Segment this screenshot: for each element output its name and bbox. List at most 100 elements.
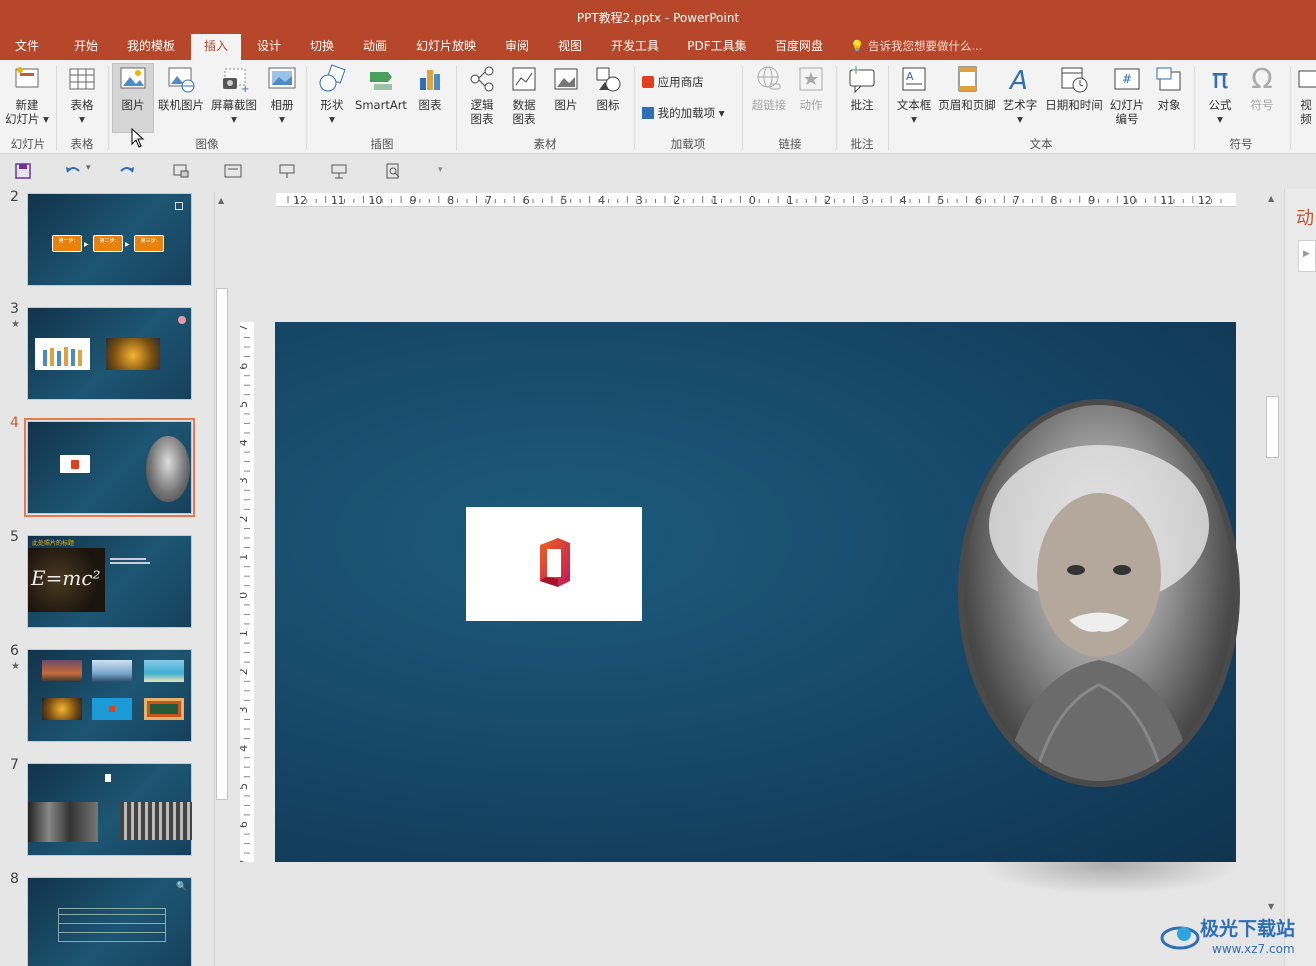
thumb-photo	[120, 802, 192, 840]
shapes-button[interactable]: 形状 ▾	[312, 64, 352, 126]
ribbon: 新建 幻灯片 ▾ 幻灯片 表格 ▾ 表格 图片 联机图片 + 屏幕截图 ▾ 相册 ▾	[0, 60, 1316, 154]
pane-expand-handle[interactable]: ▶	[1298, 240, 1316, 272]
slide-thumbnail-5[interactable]: 此处照片的标题 E=mc²	[27, 535, 192, 628]
watermark-logo-icon	[1160, 926, 1200, 950]
video-button[interactable]: 视频	[1296, 64, 1316, 126]
data-chart-button[interactable]: 数据 图表	[504, 64, 544, 126]
from-beginning-icon[interactable]	[172, 163, 190, 179]
redo-icon[interactable]	[118, 163, 136, 179]
new-slide-button[interactable]: 新建 幻灯片 ▾	[4, 64, 50, 126]
pi-icon: π	[1211, 62, 1229, 95]
album-button[interactable]: 相册 ▾	[264, 64, 300, 126]
undo-dropdown-icon[interactable]: ▾	[86, 163, 91, 173]
group-label-text: 文本	[1029, 137, 1053, 151]
tab-baidu-netdisk[interactable]: 百度网盘	[768, 34, 830, 60]
tab-developer[interactable]: 开发工具	[604, 34, 666, 60]
thumb-title: 此处照片的标题	[32, 540, 75, 547]
ruler-tick-label: 2	[240, 668, 250, 675]
equation-button[interactable]: π 公式 ▾	[1200, 62, 1240, 127]
online-picture-icon	[166, 64, 196, 94]
slide-number-icon: #	[1112, 64, 1142, 94]
my-addins-button[interactable]: 我的加载项 ▾	[642, 105, 725, 121]
action-button[interactable]: 动作	[792, 64, 830, 112]
textbox-button[interactable]: A 文本框 ▾	[894, 64, 934, 126]
tab-my-templates[interactable]: 我的模板	[118, 34, 184, 60]
vertical-ruler: 7 6 5 4 3 2 1 0 1 2 3 4 5 6 7	[237, 322, 254, 892]
object-button[interactable]: 对象	[1150, 64, 1188, 112]
thumb-formula: E=mc²	[31, 566, 101, 590]
tab-animations[interactable]: 动画	[355, 34, 395, 60]
comment-button[interactable]: + 批注	[842, 63, 882, 112]
datetime-button[interactable]: 日期和时间	[1042, 64, 1106, 112]
ruler-tick-label: 6	[240, 363, 250, 370]
window-title: PPT教程2.pptx - PowerPoint	[576, 11, 740, 25]
tab-view[interactable]: 视图	[551, 34, 589, 60]
slide-thumbnail-2[interactable]: 第一步: 第二步: 第三步: ▶ ▶	[27, 193, 192, 286]
thumb-magnifier-icon: 🔍	[176, 882, 188, 892]
slide-thumbnail-3[interactable]	[27, 307, 192, 400]
slide-canvas[interactable]	[275, 322, 1240, 862]
scroll-up-arrow-icon[interactable]: ▲	[1268, 194, 1274, 203]
logic-chart-icon	[467, 64, 497, 94]
svg-text:A: A	[1008, 66, 1028, 94]
thumb-photo	[28, 802, 98, 842]
tab-design[interactable]: 设计	[250, 34, 288, 60]
slide-thumbnail-6[interactable]	[27, 649, 192, 742]
separator	[742, 66, 743, 150]
separator	[634, 66, 635, 150]
save-icon[interactable]	[14, 163, 32, 179]
data-chart-icon	[509, 64, 539, 94]
scroll-thumb[interactable]	[216, 288, 228, 800]
header-footer-button[interactable]: 页眉和页脚	[936, 64, 998, 112]
title-bar: PPT教程2.pptx - PowerPoint	[0, 0, 1316, 34]
tab-pdf-tools[interactable]: PDF工具集	[681, 34, 753, 60]
thumb-chalkboard: E=mc²	[28, 548, 105, 612]
picture-button[interactable]: 图片	[112, 63, 154, 133]
tab-review[interactable]: 审阅	[498, 34, 536, 60]
tab-insert[interactable]: 插入	[191, 34, 241, 60]
portrait-photo[interactable]	[958, 399, 1240, 787]
slide-number: 2	[10, 189, 19, 205]
smartart-button[interactable]: SmartArt	[354, 64, 408, 112]
tab-slideshow[interactable]: 幻灯片放映	[409, 34, 483, 60]
icons-button[interactable]: 图标	[588, 64, 628, 112]
wordart-icon: A	[1005, 64, 1035, 96]
slide-number: 7	[10, 757, 19, 773]
scroll-down-arrow-icon[interactable]: ▼	[1268, 902, 1274, 911]
hyperlink-button[interactable]: 超链接	[748, 64, 790, 112]
ruler-tick-label: 1	[240, 554, 250, 561]
scroll-up-arrow-icon[interactable]: ▲	[218, 196, 224, 205]
undo-icon[interactable]	[64, 163, 82, 179]
presenter-icon[interactable]	[278, 163, 296, 179]
tell-me-search[interactable]: 💡 告诉我您想要做什么...	[850, 34, 982, 60]
print-preview-icon[interactable]	[384, 163, 402, 179]
thumbnails-scrollbar[interactable]: ▲	[214, 192, 230, 966]
store-button[interactable]: 应用商店	[642, 74, 704, 90]
group-label-links: 链接	[778, 137, 802, 151]
logic-chart-button[interactable]: 逻辑 图表	[462, 64, 502, 126]
office-logo-image[interactable]	[466, 507, 642, 621]
ruler-tick-label: 12	[1198, 194, 1212, 207]
screenshot-button[interactable]: + 屏幕截图 ▾	[208, 64, 260, 126]
slide-number: 5	[10, 529, 19, 545]
customize-qat-icon[interactable]: ▾	[438, 165, 443, 175]
slide-thumbnail-8[interactable]: 🔍	[27, 877, 192, 966]
slide-thumbnail-4[interactable]	[24, 418, 195, 517]
scroll-thumb[interactable]	[1266, 396, 1279, 458]
slide-layout-icon[interactable]	[224, 163, 242, 179]
wordart-button[interactable]: A 艺术字 ▾	[1000, 64, 1040, 126]
slide-number-button[interactable]: # 幻灯片 编号	[1108, 64, 1146, 126]
projector-icon[interactable]	[330, 163, 348, 179]
table-button[interactable]: 表格 ▾	[62, 64, 102, 126]
chart-button[interactable]: 图表	[410, 64, 450, 112]
symbol-button[interactable]: Ω 符号	[1242, 64, 1282, 113]
ruler-tick-label: 3	[240, 707, 250, 714]
editor-scrollbar[interactable]: ▲ ▼	[1264, 192, 1282, 916]
ruler-tick-label: 3	[240, 477, 250, 484]
slide-thumbnail-7[interactable]	[27, 763, 192, 856]
online-picture-button[interactable]: 联机图片	[156, 64, 206, 112]
material-picture-button[interactable]: 图片	[546, 64, 586, 112]
tab-file[interactable]: 文件	[6, 34, 48, 60]
tab-transitions[interactable]: 切换	[302, 34, 342, 60]
tab-home[interactable]: 开始	[64, 34, 108, 60]
